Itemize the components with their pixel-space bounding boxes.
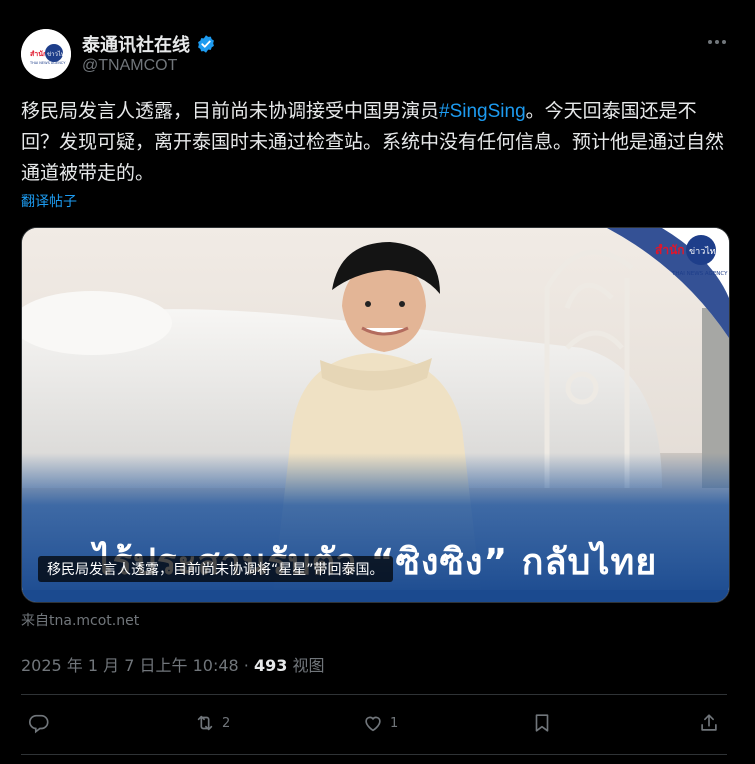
views-count: 493 [253,656,288,675]
svg-text:THAI NEWS AGENCY: THAI NEWS AGENCY [29,61,66,65]
svg-text:สำนัก: สำนัก [655,243,685,257]
retweet-count: 2 [222,715,231,731]
hashtag-link[interactable]: #SingSing [439,101,526,122]
like-button[interactable]: 1 [362,712,398,734]
action-bar: 2 1 [0,712,755,738]
divider [21,754,727,755]
author-name-row[interactable]: 泰通讯社在线 [82,31,216,57]
reply-icon [29,714,49,734]
bookmark-button[interactable] [531,712,559,734]
share-button[interactable] [698,712,726,734]
author-display-name[interactable]: 泰通讯社在线 [82,31,190,57]
thai-news-agency-logo: สำนัก ข่าวไทย THAI NEWS AGENCY [21,29,71,79]
verified-badge-icon [198,35,214,53]
divider [21,694,727,695]
bookmark-icon [535,714,549,732]
more-options-button[interactable] [703,30,731,54]
media-image[interactable]: สำนัก ข่าวไทย THAI NEWS AGENCY ไร้ประสาน… [21,227,730,603]
reply-button[interactable] [28,712,56,734]
svg-text:ข่าวไทย: ข่าวไทย [689,246,721,257]
tweet-text: 移民局发言人透露，目前尚未协调接受中国男演员#SingSing。今天回泰国还是不… [21,96,727,189]
heart-icon [365,716,381,732]
svg-text:THAI NEWS AGENCY: THAI NEWS AGENCY [671,271,728,277]
retweet-button[interactable]: 2 [194,712,230,734]
author-handle[interactable]: @TNAMCOT [82,57,177,75]
tweet-text-part1: 移民局发言人透露，目前尚未协调接受中国男演员 [21,100,440,122]
more-horizontal-icon [708,40,726,44]
timestamp[interactable]: 2025 年 1 月 7 日上午 10:48 · [21,656,254,675]
avatar[interactable]: สำนัก ข่าวไทย THAI NEWS AGENCY [21,29,71,79]
svg-text:ข่าวไทย: ข่าวไทย [47,50,68,58]
views-label: 视图 [287,656,325,675]
source-link[interactable]: 来自tna.mcot.net [21,610,139,630]
svg-text:สำนัก: สำนัก [30,50,47,58]
timestamp-row: 2025 年 1 月 7 日上午 10:48 · 493 视图 [21,652,324,676]
media-caption: 移民局发言人透露，目前尚未协调将“星星”带回泰国。 [38,556,393,582]
like-count: 1 [390,715,399,731]
translate-post-link[interactable]: 翻译帖子 [21,191,77,211]
retweet-icon [197,715,213,731]
share-icon [701,714,717,731]
